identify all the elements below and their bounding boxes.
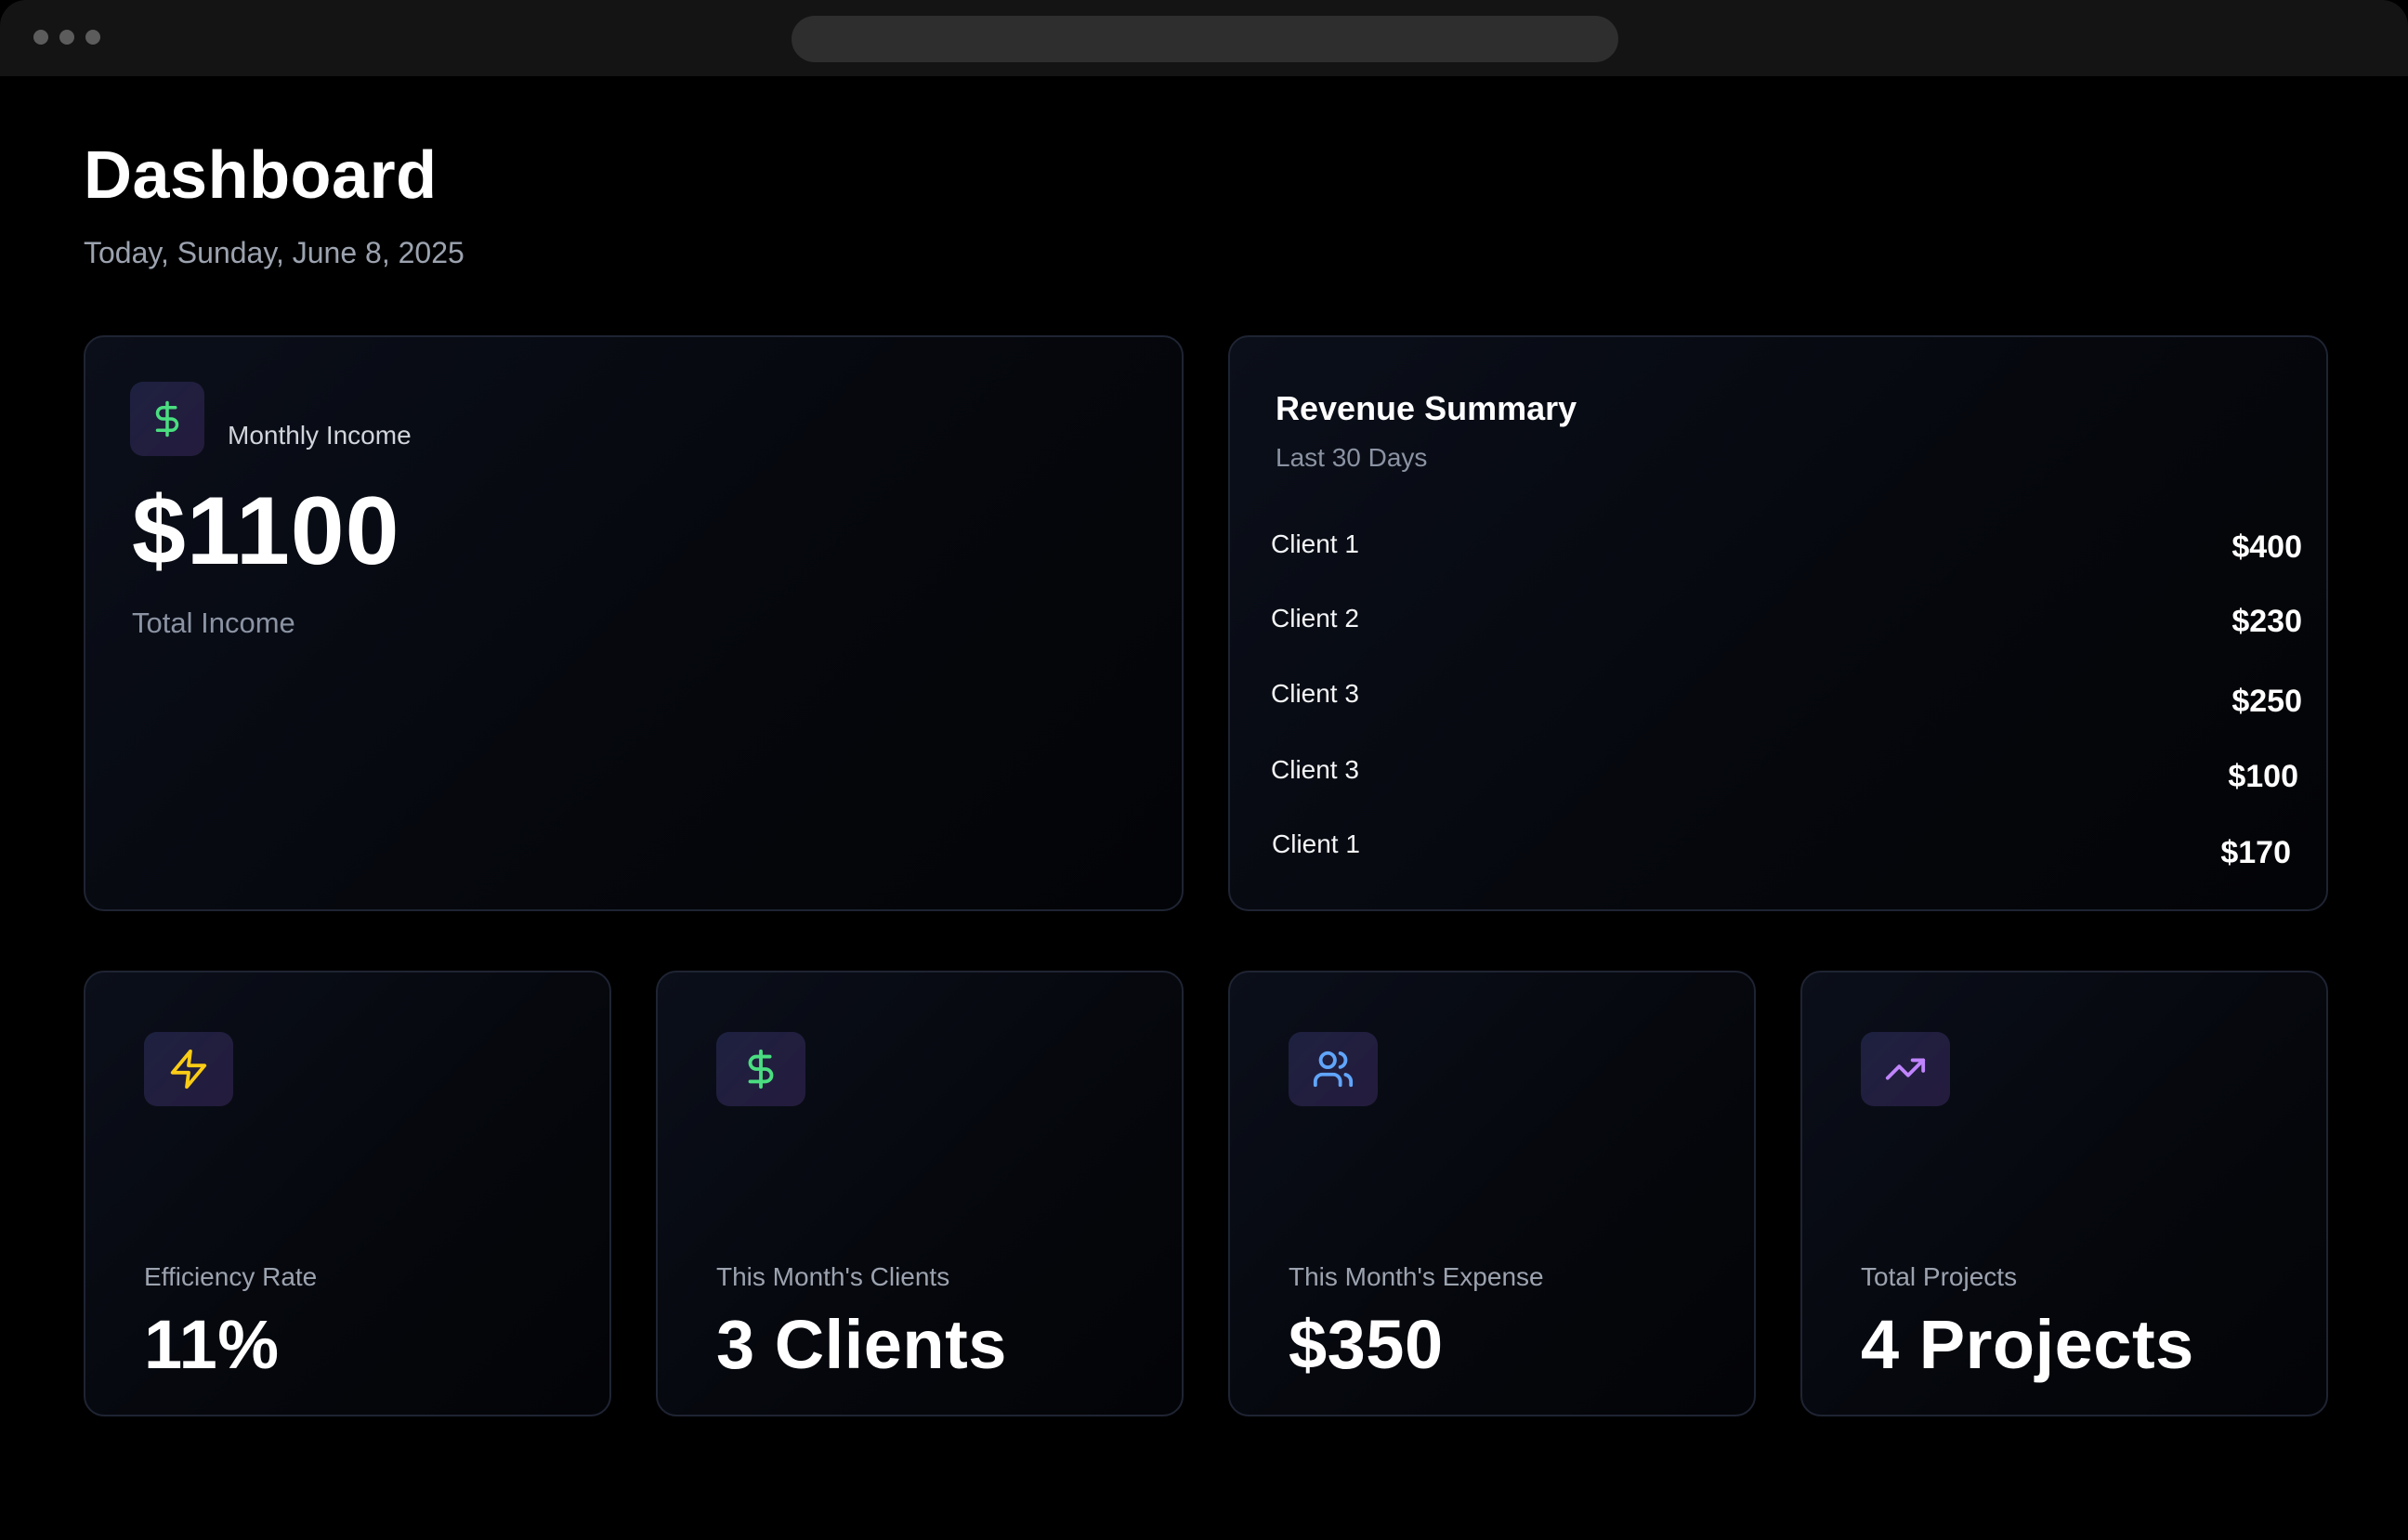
stat-label: This Month's Clients: [716, 1262, 950, 1291]
revenue-row: Client 1 $170: [1230, 829, 2326, 870]
window-maximize-dot[interactable]: [85, 30, 100, 45]
lightning-icon: [144, 1032, 233, 1106]
page-title: Dashboard: [84, 138, 438, 213]
monthly-income-card: Monthly Income $1100 Total Income: [84, 335, 1184, 911]
revenue-amount: $400: [2231, 529, 2302, 565]
revenue-row: Client 1 $400: [1230, 529, 2326, 570]
title-bar: [0, 0, 2408, 76]
income-sub-label: Total Income: [132, 607, 295, 639]
revenue-client: Client 1: [1272, 829, 1360, 858]
income-label: Monthly Income: [228, 421, 412, 450]
users-icon: [1289, 1032, 1378, 1106]
revenue-amount: $100: [2228, 759, 2298, 794]
revenue-client: Client 3: [1271, 679, 1359, 708]
stat-label: This Month's Expense: [1289, 1262, 1544, 1291]
window-close-dot[interactable]: [33, 30, 48, 45]
total-projects-card: Total Projects 4 Projects: [1800, 971, 2328, 1416]
monthly-clients-card: This Month's Clients 3 Clients: [656, 971, 1184, 1416]
stat-value: $350: [1289, 1306, 1444, 1383]
browser-window: Dashboard Today, Sunday, June 8, 2025 Mo…: [0, 0, 2408, 1540]
revenue-summary-card: Revenue Summary Last 30 Days Client 1 $4…: [1228, 335, 2328, 911]
efficiency-rate-card: Efficiency Rate 11%: [84, 971, 611, 1416]
stat-label: Total Projects: [1861, 1262, 2018, 1291]
income-value: $1100: [132, 477, 400, 585]
revenue-subtitle: Last 30 Days: [1276, 443, 1428, 472]
revenue-row: Client 2 $230: [1230, 604, 2326, 645]
revenue-client: Client 1: [1271, 529, 1359, 558]
stat-value: 3 Clients: [716, 1306, 1007, 1383]
revenue-title: Revenue Summary: [1276, 389, 1577, 427]
dollar-icon: [130, 382, 204, 456]
revenue-amount: $250: [2231, 684, 2302, 719]
dollar-icon: [716, 1032, 805, 1106]
revenue-client: Client 3: [1271, 755, 1359, 784]
stat-label: Efficiency Rate: [144, 1262, 318, 1291]
page-date: Today, Sunday, June 8, 2025: [84, 236, 465, 269]
stat-value: 4 Projects: [1861, 1306, 2194, 1383]
stat-value: 11%: [144, 1306, 280, 1383]
revenue-client: Client 2: [1271, 604, 1359, 633]
revenue-amount: $230: [2231, 604, 2302, 639]
window-minimize-dot[interactable]: [59, 30, 74, 45]
revenue-row: Client 3 $250: [1230, 679, 2326, 720]
revenue-amount: $170: [2220, 835, 2291, 870]
monthly-expense-card: This Month's Expense $350: [1228, 971, 1756, 1416]
revenue-row: Client 3 $100: [1230, 755, 2326, 796]
trending-up-icon: [1861, 1032, 1950, 1106]
address-bar[interactable]: [792, 16, 1618, 62]
